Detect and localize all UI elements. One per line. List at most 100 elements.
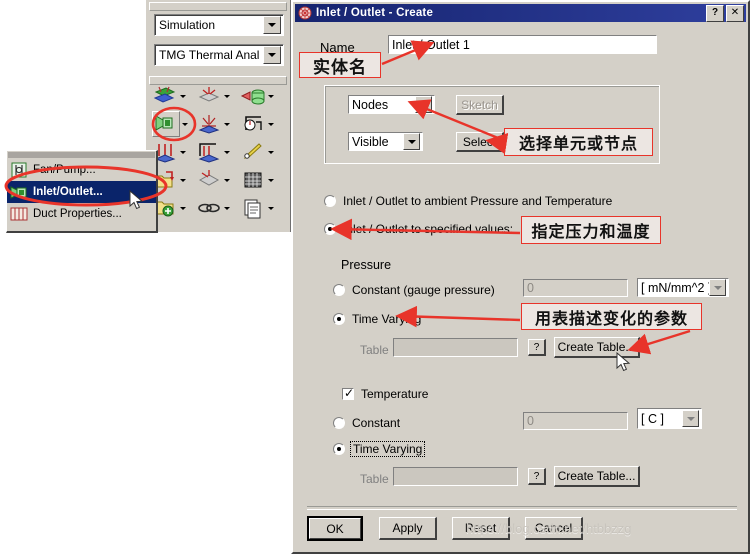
toolbar-item-inlet-outlet[interactable] [152, 110, 196, 138]
radio-specified-mode[interactable]: Inlet / Outlet to specified values: [324, 222, 513, 236]
menu-item-label: Fan/Pump... [33, 164, 96, 176]
radio-indicator[interactable] [324, 223, 336, 235]
chevron-down-icon[interactable] [178, 85, 187, 107]
radio-temperature-constant[interactable]: Constant [333, 416, 400, 430]
chevron-down-icon[interactable] [178, 197, 187, 219]
toolbar-item[interactable] [240, 138, 284, 166]
apply-button[interactable]: Apply [379, 517, 437, 540]
toolbar-item[interactable] [152, 138, 196, 166]
grid-icon[interactable] [240, 168, 266, 192]
mouse-cursor [129, 189, 145, 215]
temperature-checkbox[interactable]: Temperature [342, 386, 428, 401]
toolbar-item[interactable] [240, 166, 284, 194]
select-button[interactable]: Select [456, 132, 504, 152]
sketch-button[interactable]: Sketch [456, 95, 504, 115]
panel-gripper-top [149, 2, 287, 11]
temperature-table-help-button[interactable]: ? [528, 468, 546, 485]
mouse-cursor [616, 351, 632, 377]
application-combo[interactable]: Simulation [154, 14, 284, 36]
chevron-down-icon[interactable] [266, 141, 275, 163]
mesh-icon[interactable] [196, 168, 222, 192]
radio-indicator[interactable] [333, 313, 345, 325]
temperature-create-table-button[interactable]: Create Table... [554, 466, 640, 487]
chevron-down-icon[interactable] [682, 410, 699, 427]
pressure-constant-input[interactable]: 0 [523, 279, 628, 297]
chevron-down-icon[interactable] [263, 16, 281, 34]
pressure-table-help-button[interactable]: ? [528, 339, 546, 356]
temperature-table-input[interactable] [393, 467, 518, 486]
radiation-icon[interactable] [196, 84, 222, 108]
chevron-down-icon[interactable] [222, 113, 231, 135]
chevron-down-icon[interactable] [222, 85, 231, 107]
solver-combo[interactable]: TMG Thermal Anal [154, 44, 284, 66]
pressure-table-label: Table [360, 343, 389, 357]
radio-label: Time Varying [352, 312, 422, 326]
link-icon[interactable] [196, 196, 222, 220]
thermal-load-icon[interactable] [196, 140, 222, 164]
toolbar-item[interactable] [152, 82, 196, 110]
radio-label: Constant [352, 416, 401, 430]
annotation-table-describes-varying-params: 用表描述变化的参数 [521, 303, 702, 330]
temperature-constant-input[interactable]: 0 [523, 412, 628, 430]
inlet-outlet-icon [298, 6, 312, 20]
entity-type-value: Nodes [352, 97, 389, 112]
help-button[interactable]: ? [706, 4, 724, 22]
toolbar-item[interactable] [240, 110, 284, 138]
menu-item-fan-pump[interactable]: Fan/Pump... [7, 159, 156, 181]
chevron-down-icon[interactable] [266, 197, 275, 219]
radio-indicator[interactable] [333, 417, 345, 429]
menu-item-label: Duct Properties... [33, 208, 122, 220]
radio-indicator[interactable] [333, 443, 345, 455]
toolbar-item[interactable] [196, 166, 240, 194]
chevron-down-icon[interactable] [266, 85, 275, 107]
checkbox-indicator[interactable] [342, 386, 354, 400]
close-button[interactable]: ✕ [726, 4, 744, 22]
radio-label: Inlet / Outlet to ambient Pressure and T… [343, 194, 613, 208]
name-input[interactable]: Inlet / Outlet 1 [388, 35, 657, 54]
toolbar-item[interactable] [240, 194, 284, 222]
toolbar-item[interactable] [196, 138, 240, 166]
chevron-down-icon[interactable] [180, 113, 189, 135]
dialog-titlebar[interactable]: Inlet / Outlet - Create ? ✕ [295, 4, 746, 22]
pressure-unit-combo[interactable]: [ mN/mm^2 ] [637, 278, 729, 297]
visibility-combo[interactable]: Visible [348, 132, 423, 151]
inlet-outlet-icon[interactable] [152, 111, 180, 137]
radio-ambient-mode[interactable]: Inlet / Outlet to ambient Pressure and T… [324, 194, 612, 208]
thermal-toolbar [152, 82, 284, 222]
fluid-domain-icon[interactable] [240, 84, 266, 108]
radio-indicator[interactable] [333, 284, 345, 296]
radio-pressure-constant[interactable]: Constant (gauge pressure) [333, 283, 495, 297]
radio-indicator[interactable] [324, 195, 336, 207]
pressure-table-input[interactable] [393, 338, 518, 357]
chevron-down-icon[interactable] [403, 133, 420, 150]
inlet-outlet-icon [9, 183, 29, 201]
chevron-down-icon[interactable] [222, 141, 231, 163]
duct-flow-icon[interactable] [240, 112, 266, 136]
temperature-unit-combo[interactable]: [ C ] [637, 408, 702, 429]
chevron-down-icon[interactable] [178, 169, 187, 191]
toolbar-item[interactable] [196, 82, 240, 110]
toolbar-item[interactable] [196, 194, 240, 222]
chevron-down-icon[interactable] [222, 197, 231, 219]
toolbar-item[interactable] [152, 194, 196, 222]
chevron-down-icon[interactable] [266, 113, 275, 135]
chevron-down-icon[interactable] [266, 169, 275, 191]
radio-label: Inlet / Outlet to specified values: [343, 222, 514, 236]
fan-pump-icon[interactable] [196, 112, 222, 136]
thermal-coupling-icon[interactable] [152, 84, 178, 108]
edit-tool-icon[interactable] [240, 140, 266, 164]
ok-button[interactable]: OK [307, 516, 363, 541]
toolbar-item[interactable] [152, 166, 196, 194]
radio-pressure-time-varying[interactable]: Time Varying [333, 312, 421, 326]
chevron-down-icon[interactable] [415, 96, 432, 113]
entity-type-combo[interactable]: Nodes [348, 95, 435, 114]
toolbar-item[interactable] [240, 82, 284, 110]
chevron-down-icon[interactable] [178, 141, 187, 163]
radio-temperature-time-varying[interactable]: Time Varying [333, 441, 426, 457]
toolbar-item[interactable] [196, 110, 240, 138]
chevron-down-icon[interactable] [222, 169, 231, 191]
temperature-unit-value: [ C ] [641, 411, 664, 426]
chevron-down-icon[interactable] [263, 46, 281, 64]
document-icon[interactable] [240, 196, 266, 220]
chevron-down-icon[interactable] [709, 279, 726, 296]
